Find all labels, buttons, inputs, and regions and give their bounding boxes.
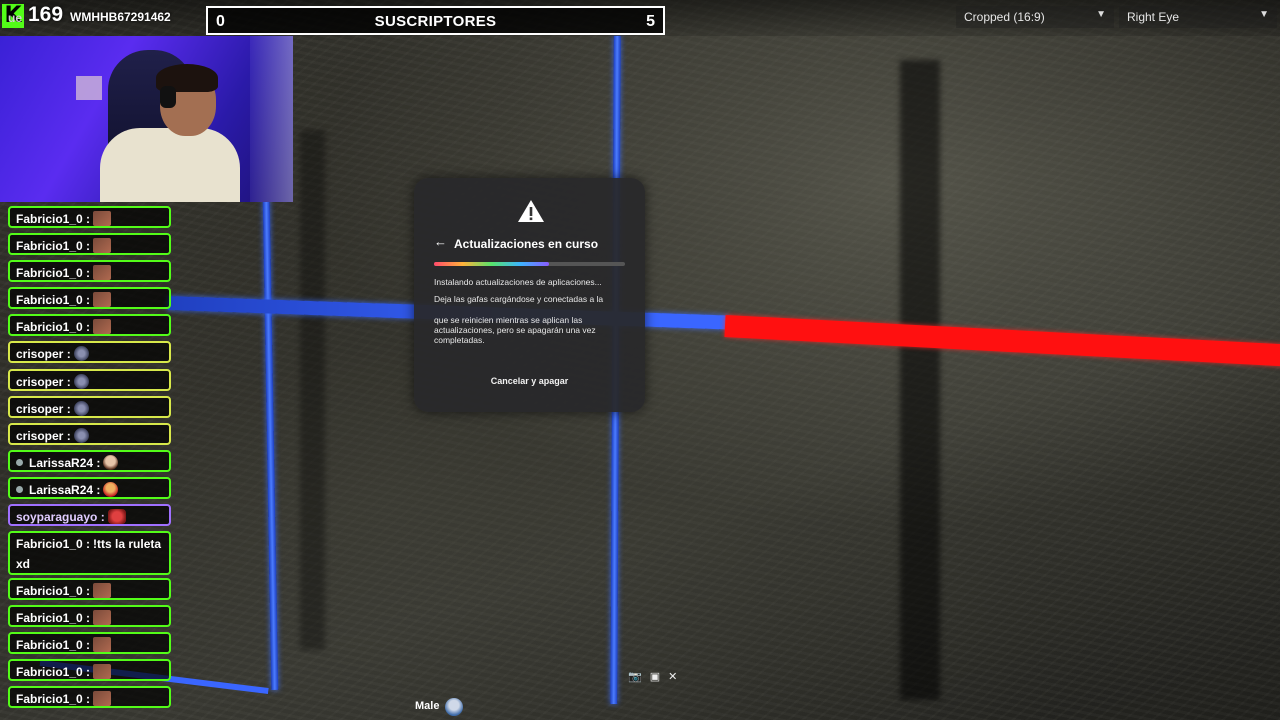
subscriber-goal-bar: 0 SUSCRIPTORES 5 <box>206 6 665 35</box>
channel-id: WMHHB67291462 <box>70 10 171 24</box>
chat-username[interactable]: crisoper : <box>16 347 71 361</box>
viewer-count: 169 <box>28 3 64 26</box>
emote-icon <box>73 428 89 443</box>
emote-icon <box>93 292 112 307</box>
mute-icon[interactable]: ✕ <box>668 670 677 683</box>
chat-username[interactable]: soyparaguayo : <box>16 510 105 524</box>
webcam-light-glow <box>250 36 293 202</box>
chat-username[interactable]: Fabricio1_0 : <box>16 665 90 679</box>
dialog-status: Instalando actualizaciones de aplicacion… <box>434 277 602 287</box>
update-progress-fill <box>434 262 549 266</box>
chat-username[interactable]: crisoper : <box>16 429 71 443</box>
chat-username[interactable]: Fabricio1_0 : <box>16 692 90 706</box>
chat-message: Fabricio1_0 : <box>8 659 171 681</box>
chat-message: Fabricio1_0 : <box>8 287 171 309</box>
chat-message: Fabricio1_0 : <box>8 314 171 336</box>
channel-prefix: ue <box>8 11 23 25</box>
update-progress-bar <box>434 262 625 266</box>
chat-username[interactable]: LarissaR24 : <box>29 456 100 470</box>
user-badge-icon <box>16 459 23 466</box>
warning-icon <box>518 200 544 222</box>
chat-message: Fabricio1_0 : <box>8 206 171 228</box>
emote-icon <box>107 509 126 524</box>
update-dialog: ← Actualizaciones en curso Instalando ac… <box>414 178 645 412</box>
emote-icon <box>93 583 112 598</box>
eye-select-value: Right Eye <box>1127 10 1180 24</box>
back-arrow-icon[interactable]: ← <box>434 234 447 249</box>
chat-message: crisoper : <box>8 396 171 418</box>
cancel-and-shutdown-button[interactable]: Cancelar y apagar <box>414 376 645 386</box>
camera-icon[interactable]: 📷 <box>628 670 642 683</box>
chat-message: Fabricio1_0 : <box>8 578 171 600</box>
emote-icon <box>93 238 112 253</box>
user-badge-icon <box>16 486 23 493</box>
chat-username[interactable]: Fabricio1_0 : <box>16 293 90 307</box>
video-record-icon[interactable]: ▣ <box>650 670 660 683</box>
bottom-user-label: Male <box>415 700 440 712</box>
emote-icon <box>93 637 112 652</box>
emote-icon <box>93 610 112 625</box>
emote-icon <box>93 265 112 280</box>
webcam-poster <box>76 76 102 100</box>
webcam-person-body <box>100 128 240 202</box>
chat-username[interactable]: LarissaR24 : <box>29 483 100 497</box>
dialog-title: Actualizaciones en curso <box>454 237 599 251</box>
webcam-feed <box>0 36 293 202</box>
emote-icon <box>93 664 112 679</box>
chat-username[interactable]: Fabricio1_0 : <box>16 584 90 598</box>
avatar <box>445 698 463 716</box>
chat-username[interactable]: Fabricio1_0 : <box>16 320 90 334</box>
chat-username[interactable]: Fabricio1_0 : <box>16 611 90 625</box>
scene-crack <box>300 130 325 650</box>
chevron-down-icon: ▼ <box>1259 9 1269 20</box>
chat-username[interactable]: Fabricio1_0 : <box>16 239 90 253</box>
emote-icon <box>73 401 89 416</box>
chat-message: Fabricio1_0 : !tts la ruleta xd <box>8 531 171 575</box>
chat-message: crisoper : <box>8 423 171 445</box>
chat-username[interactable]: crisoper : <box>16 402 71 416</box>
chat-message: crisoper : <box>8 369 171 391</box>
emote-icon <box>93 691 112 706</box>
subscriber-goal: 5 <box>646 13 655 30</box>
chat-message: crisoper : <box>8 341 171 363</box>
emote-icon <box>103 482 119 497</box>
emote-icon <box>93 319 112 334</box>
dialog-line-2: que se reinicien mientras se aplican las… <box>434 315 596 345</box>
crop-select-value: Cropped (16:9) <box>964 10 1045 24</box>
chat-message: Fabricio1_0 : <box>8 260 171 282</box>
dialog-line-1: Deja las gafas cargándose y conectadas a… <box>434 294 604 304</box>
eye-select[interactable]: Right Eye ▼ <box>1119 6 1277 28</box>
capture-controls: 📷 ▣ ✕ <box>628 670 685 683</box>
chat-username[interactable]: Fabricio1_0 : <box>16 638 90 652</box>
chat-message: soyparaguayo : <box>8 504 171 526</box>
chat-username[interactable]: crisoper : <box>16 375 71 389</box>
chat-message: LarissaR24 : <box>8 477 171 499</box>
chat-message: Fabricio1_0 : <box>8 605 171 627</box>
emote-icon <box>103 455 119 470</box>
emote-icon <box>73 374 89 389</box>
crop-select[interactable]: Cropped (16:9) ▼ <box>956 6 1114 28</box>
chevron-down-icon: ▼ <box>1096 9 1106 20</box>
chat-message: LarissaR24 : <box>8 450 171 472</box>
chat-username[interactable]: Fabricio1_0 : <box>16 537 90 551</box>
subscriber-goal-label: SUSCRIPTORES <box>374 13 497 30</box>
chat-message: Fabricio1_0 : <box>8 632 171 654</box>
chat-username[interactable]: Fabricio1_0 : <box>16 266 90 280</box>
chat-message: Fabricio1_0 : <box>8 686 171 708</box>
scene-crack <box>900 60 940 700</box>
chat-message: Fabricio1_0 : <box>8 233 171 255</box>
emote-icon <box>93 211 112 226</box>
emote-icon <box>73 346 89 361</box>
headset-icon <box>160 86 176 108</box>
chat-username[interactable]: Fabricio1_0 : <box>16 212 90 226</box>
